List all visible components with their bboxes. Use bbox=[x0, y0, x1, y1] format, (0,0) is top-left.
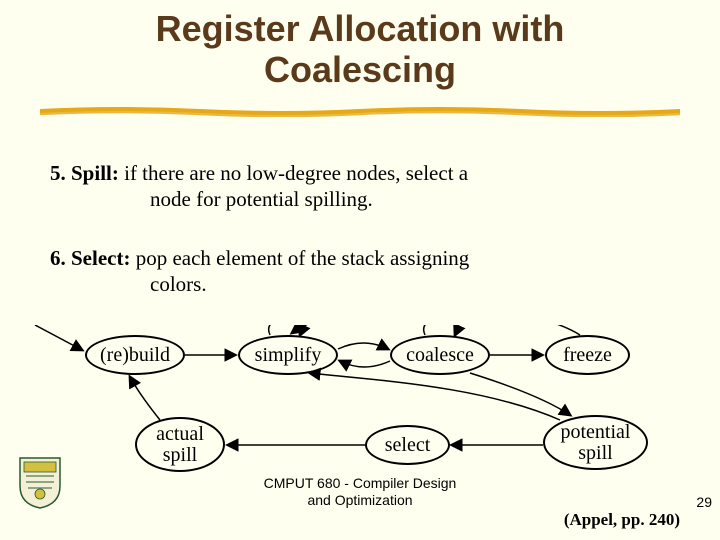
bullet-6-label: 6. Select: bbox=[50, 246, 130, 270]
bullet-5-label: 5. Spill: bbox=[50, 161, 119, 185]
title-line-1: Register Allocation with bbox=[156, 8, 565, 49]
footer-course-line1: CMPUT 680 - Compiler Design bbox=[264, 475, 457, 491]
bullet-6-text-a: pop each element of the stack assigning bbox=[130, 246, 469, 270]
node-select: select bbox=[365, 425, 450, 465]
footer-course-line2: and Optimization bbox=[307, 492, 412, 508]
node-coalesce: coalesce bbox=[390, 335, 490, 375]
page-number: 29 bbox=[696, 494, 712, 510]
citation: (Appel, pp. 240) bbox=[564, 510, 680, 530]
node-potential-spill: potential spill bbox=[543, 415, 648, 470]
node-actual-spill: actual spill bbox=[135, 417, 225, 472]
bullet-5-text-a: if there are no low-degree nodes, select… bbox=[119, 161, 468, 185]
node-freeze: freeze bbox=[545, 335, 630, 375]
slide-title: Register Allocation with Coalescing bbox=[0, 0, 720, 91]
title-underline bbox=[40, 105, 680, 117]
title-line-2: Coalescing bbox=[264, 49, 456, 90]
bullet-5-text-b: node for potential spilling. bbox=[50, 186, 670, 212]
node-simplify: simplify bbox=[238, 335, 338, 375]
bullet-5-spill: 5. Spill: if there are no low-degree nod… bbox=[50, 160, 670, 213]
node-rebuild: (re)build bbox=[85, 335, 185, 375]
footer-course: CMPUT 680 - Compiler Design and Optimiza… bbox=[0, 475, 720, 509]
bullet-6-select: 6. Select: pop each element of the stack… bbox=[50, 245, 670, 298]
bullet-6-text-b: colors. bbox=[50, 271, 670, 297]
